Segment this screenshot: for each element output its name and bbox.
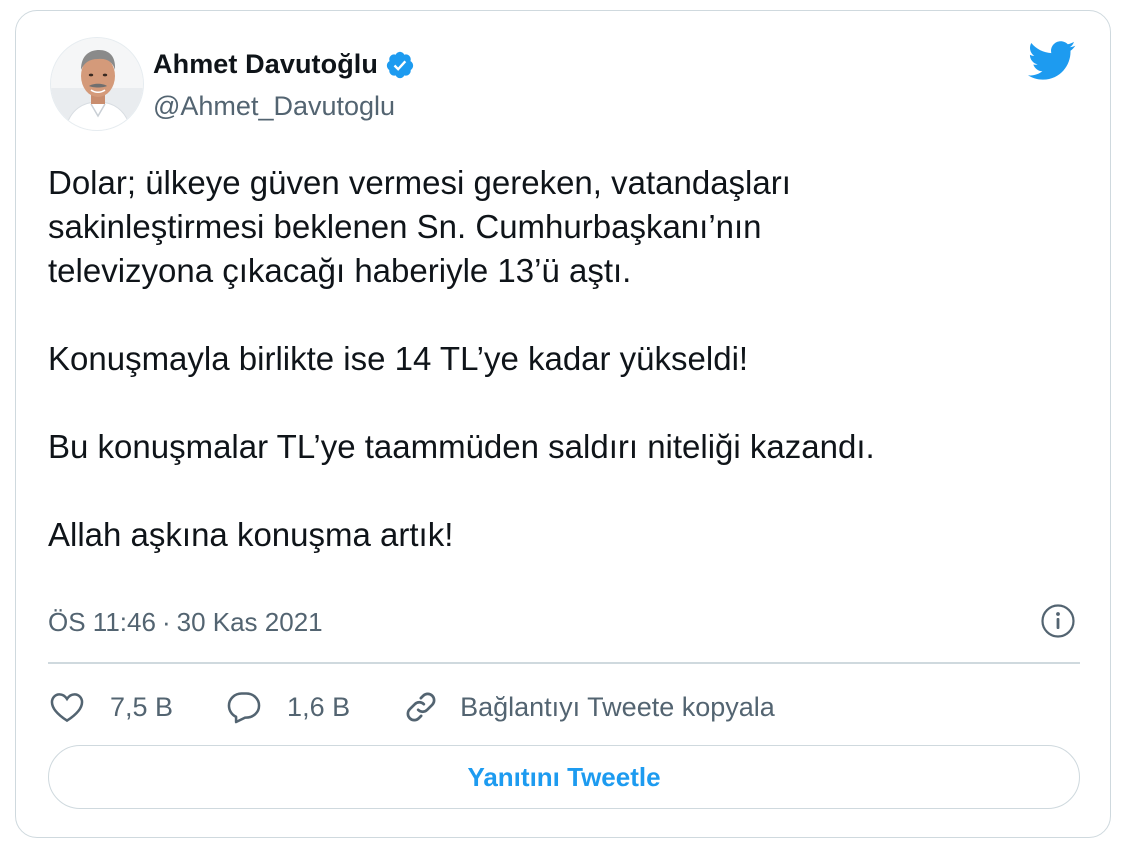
- action-bar: 7,5 B 1,6 B Bağlantıyı Tweete kopyala: [48, 685, 827, 729]
- author-display-name[interactable]: Ahmet Davutoğlu: [153, 49, 378, 80]
- link-icon: [406, 692, 436, 722]
- like-count: 7,5 B: [110, 691, 174, 722]
- copy-link-label: Bağlantıyı Tweete kopyala: [460, 691, 775, 722]
- tweet-paragraph: Bu konuşmalar TL’ye taammüden saldırı ni…: [48, 428, 875, 465]
- verified-badge-icon: [385, 50, 415, 80]
- copy-link-button[interactable]: Bağlantıyı Tweete kopyala: [402, 688, 775, 726]
- tweet-time[interactable]: ÖS 11:46: [48, 607, 156, 638]
- tweet-text: Dolar; ülkeye güven vermesi gereken, vat…: [48, 161, 1088, 601]
- reply-tweet-button[interactable]: Yanıtını Tweetle: [48, 745, 1080, 809]
- reply-count: 1,6 B: [287, 691, 351, 722]
- info-icon[interactable]: [1040, 603, 1076, 639]
- author-name-row[interactable]: Ahmet Davutoğlu: [153, 49, 415, 80]
- reply-count-button[interactable]: 1,6 B: [225, 688, 350, 726]
- tweet-paragraph: Konuşmayla birlikte ise 14 TL’ye kadar y…: [48, 340, 749, 377]
- comment-icon: [227, 692, 261, 724]
- author-handle[interactable]: @Ahmet_Davutoglu: [153, 91, 395, 122]
- divider: [48, 662, 1080, 664]
- tweet-timestamp[interactable]: ÖS 11:46 · 30 Kas 2021: [48, 607, 323, 638]
- tweet-card: Ahmet Davutoğlu @Ahmet_Davutoglu Dolar; …: [15, 10, 1111, 838]
- tweet-paragraph: Allah aşkına konuşma artık!: [48, 516, 454, 553]
- tweet-date[interactable]: 30 Kas 2021: [177, 607, 323, 638]
- timestamp-separator: ·: [161, 607, 171, 637]
- like-button[interactable]: 7,5 B: [48, 688, 173, 726]
- twitter-bird-icon[interactable]: [1028, 41, 1076, 81]
- tweet-paragraph: Dolar; ülkeye güven vermesi gereken, vat…: [48, 164, 791, 289]
- heart-icon: [50, 693, 84, 723]
- avatar[interactable]: [50, 37, 144, 131]
